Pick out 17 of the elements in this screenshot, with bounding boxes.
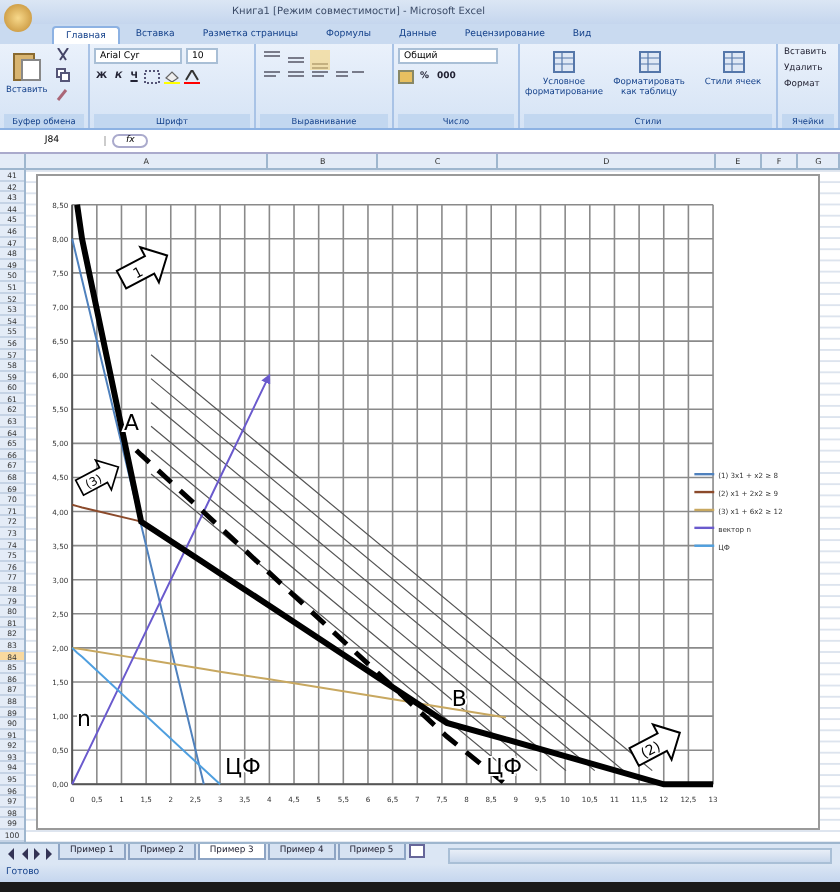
fill-color-icon[interactable] xyxy=(163,70,180,84)
point-label: n xyxy=(77,706,91,733)
table-icon xyxy=(637,50,661,74)
horizontal-scrollbar[interactable] xyxy=(447,848,832,864)
font-color-icon[interactable] xyxy=(183,70,200,84)
table-icon xyxy=(721,50,745,74)
point-label: B xyxy=(451,685,467,712)
brush-icon[interactable] xyxy=(55,88,70,102)
clipboard-icon xyxy=(10,50,43,82)
point-label: ЦФ xyxy=(225,754,261,781)
sheet-navigation-icon[interactable] xyxy=(4,848,56,860)
borders-icon[interactable] xyxy=(143,70,160,84)
cut-icon[interactable] xyxy=(55,48,70,62)
new-sheet-icon[interactable] xyxy=(407,844,426,858)
table-icon xyxy=(552,50,576,74)
copy-icon[interactable] xyxy=(55,68,70,82)
point-label: A xyxy=(123,409,139,436)
